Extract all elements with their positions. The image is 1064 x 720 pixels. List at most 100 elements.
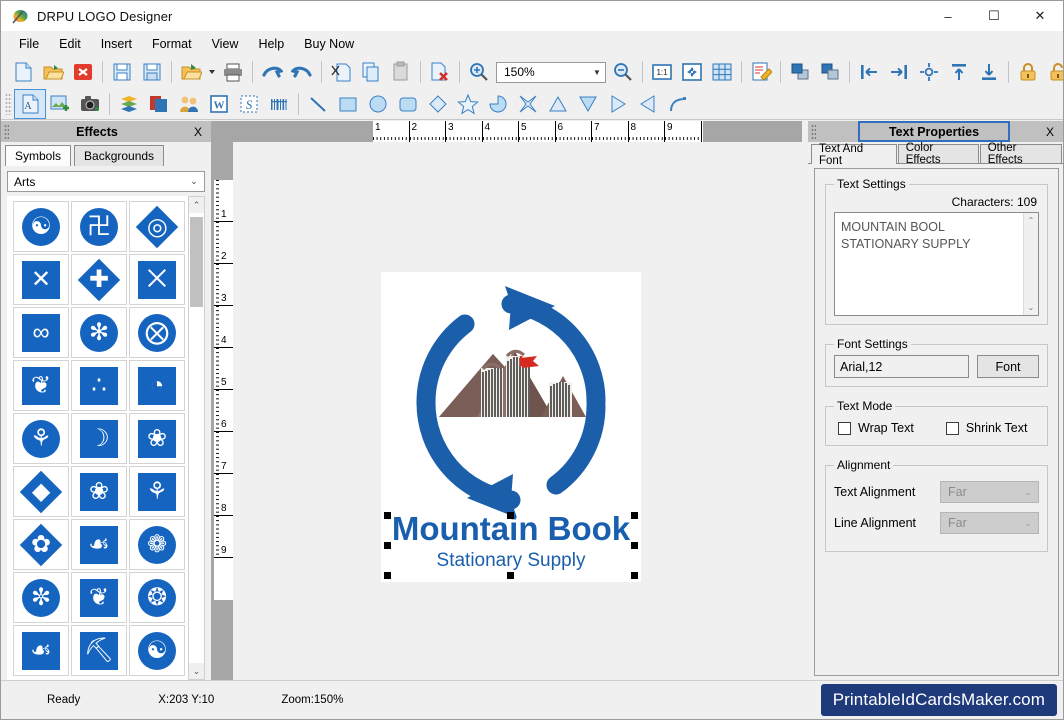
symbol-item[interactable]: ☯ [13,201,69,252]
selection-handle[interactable] [384,512,391,519]
style-text-icon[interactable]: S [234,90,264,118]
new-icon[interactable] [8,58,38,86]
symbol-item[interactable]: ✕ [13,254,69,305]
checkbox-box[interactable] [945,421,959,435]
symbol-item[interactable]: ⨂ [129,307,185,358]
text-content-textarea[interactable]: MOUNTAIN BOOL STATIONARY SUPPLY ⌃ ⌄ [834,212,1039,316]
scrollbar-thumb[interactable] [190,217,203,307]
text-alignment-dropdown[interactable]: Far ⌄ [940,481,1039,503]
toolbar-grip[interactable] [5,92,12,115]
chevron-down-icon[interactable]: ▼ [589,68,605,77]
right-triangle-shape-icon[interactable] [603,90,633,118]
edit-properties-icon[interactable] [746,58,776,86]
symbol-item[interactable]: ✿ [13,519,69,570]
menu-file[interactable]: File [9,33,49,55]
align-left-icon[interactable] [854,58,884,86]
signature-icon[interactable] [174,90,204,118]
selection-handle[interactable] [631,512,638,519]
capture-image-icon[interactable] [75,90,105,118]
scrollbar-track[interactable] [189,213,204,663]
word-art-icon[interactable]: W [204,90,234,118]
print-icon[interactable] [218,58,248,86]
symbol-item[interactable]: ✚ [71,254,127,305]
selection-handle[interactable] [507,512,514,519]
tab-backgrounds[interactable]: Backgrounds [74,145,165,166]
symbol-item[interactable]: ⚘ [13,413,69,464]
menu-help[interactable]: Help [248,33,294,55]
symbol-item[interactable]: ☙ [71,519,127,570]
align-right-icon[interactable] [884,58,914,86]
diamond-shape-icon[interactable] [423,90,453,118]
checkbox-box[interactable] [838,421,851,435]
cut-icon[interactable] [326,58,356,86]
grid-icon[interactable] [707,58,737,86]
barcode-icon[interactable] [264,90,294,118]
bring-to-front-icon[interactable] [785,58,815,86]
menu-buy-now[interactable]: Buy Now [294,33,364,55]
arc-shape-icon[interactable] [663,90,693,118]
align-center-icon[interactable] [914,58,944,86]
four-point-star-shape-icon[interactable] [513,90,543,118]
menu-format[interactable]: Format [142,33,202,55]
font-button[interactable]: Font [977,355,1039,378]
fit-to-window-icon[interactable] [677,58,707,86]
pie-shape-icon[interactable] [483,90,513,118]
font-value-field[interactable]: Arial,12 [834,355,969,378]
selection-handle[interactable] [384,542,391,549]
symbol-item[interactable]: ◆ [13,466,69,517]
redo-icon[interactable] [287,58,317,86]
symbol-item[interactable]: ☙ [13,625,69,676]
left-triangle-shape-icon[interactable] [633,90,663,118]
artboard[interactable]: Mountain Book Stationary Supply [381,272,641,582]
symbol-item[interactable]: ☽ [71,413,127,464]
symbol-grid[interactable]: ☯ 卍 ◎ ✕ ✚ ⨉ ∞ ✻ ⨂ ❦ ∴ ◔ ⚘ ☽ ❀ ◆ ❀ ⚘ ✿ ☙ ❁ ✼ ❦ ❂ ☙ ⛏ ☯ [7,196,188,680]
scroll-down-icon[interactable]: ⌄ [1024,300,1038,315]
shrink-text-checkbox[interactable]: Shrink Text [945,421,1027,435]
actual-size-icon[interactable]: 1:1 [647,58,677,86]
add-text-icon[interactable]: A [14,88,46,119]
symbol-item[interactable]: ⨉ [129,254,185,305]
copy-icon[interactable] [356,58,386,86]
triangle-shape-icon[interactable] [543,90,573,118]
close-button[interactable]: ✕ [1017,1,1063,31]
selection-handle[interactable] [631,542,638,549]
symbol-item[interactable]: ☯ [129,625,185,676]
export-dropdown-icon[interactable] [206,58,218,86]
tab-symbols[interactable]: Symbols [5,145,72,166]
symbol-item[interactable]: ❀ [71,466,127,517]
rectangle-shape-icon[interactable] [333,90,363,118]
symbol-item[interactable]: ⚘ [129,466,185,517]
align-top-icon[interactable] [944,58,974,86]
save-icon[interactable] [107,58,137,86]
selection-handle[interactable] [631,572,638,579]
ellipse-shape-icon[interactable] [363,90,393,118]
scroll-down-icon[interactable]: ⌄ [189,663,204,679]
layers-icon[interactable] [114,90,144,118]
symbol-category-combobox[interactable]: Arts ⌄ [7,171,205,192]
background-icon[interactable] [144,90,174,118]
symbol-item[interactable]: ❀ [129,413,185,464]
line-shape-icon[interactable] [303,90,333,118]
lock-icon[interactable] [1013,58,1043,86]
symbol-scrollbar[interactable]: ⌃ ⌄ [188,196,205,680]
panel-grip[interactable] [811,123,816,140]
save-as-icon[interactable] [137,58,167,86]
symbol-item[interactable]: ❁ [129,519,185,570]
symbol-item[interactable]: ✻ [71,307,127,358]
tab-color-effects[interactable]: Color Effects [897,142,979,166]
send-to-back-icon[interactable] [815,58,845,86]
tab-text-and-font[interactable]: Text And Font [811,143,897,167]
design-canvas[interactable]: Mountain Book Stationary Supply [233,142,808,680]
minimize-button[interactable]: – [925,1,971,31]
delete-icon[interactable] [425,58,455,86]
menu-view[interactable]: View [202,33,249,55]
wrap-text-checkbox[interactable]: Wrap Text [838,421,914,435]
symbol-item[interactable]: ∞ [13,307,69,358]
effects-panel-close-button[interactable]: X [185,125,211,139]
symbol-item[interactable]: ✼ [13,572,69,623]
rounded-rectangle-shape-icon[interactable] [393,90,423,118]
selection-handle[interactable] [507,572,514,579]
menu-insert[interactable]: Insert [91,33,142,55]
symbol-item[interactable]: ❂ [129,572,185,623]
selection-handle[interactable] [384,572,391,579]
